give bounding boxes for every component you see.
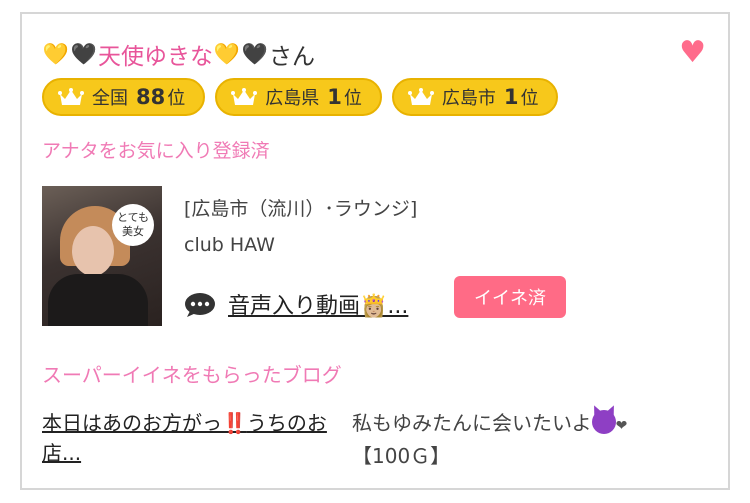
ranking-number: 1 bbox=[503, 85, 519, 109]
ranking-scope: 広島県 bbox=[265, 88, 320, 109]
double-exclamation-icon: ‼️ bbox=[222, 411, 247, 435]
ranking-badges: 全国 88 位 広島県 1 位 広島市 1 位 bbox=[42, 78, 559, 116]
cast-name-row[interactable]: 💛 🖤 天使ゆきな 💛 🖤 さん bbox=[42, 38, 315, 70]
ranking-badge-prefecture[interactable]: 広島県 1 位 bbox=[215, 78, 382, 116]
heart-icon[interactable]: ♥ bbox=[679, 38, 706, 68]
ranking-number: 1 bbox=[327, 85, 342, 109]
blog-title-part1: 本日はあのお方がっ bbox=[42, 411, 222, 435]
super-iine-blog-heading: スーパーイイネをもらったブログ bbox=[42, 363, 342, 387]
iine-done-button[interactable]: イイネ済 bbox=[454, 276, 566, 318]
yellow-heart-icon: 💛 bbox=[42, 41, 70, 66]
speech-bubble-icon bbox=[184, 292, 216, 318]
thumbnail-body bbox=[48, 274, 148, 326]
thumbnail-caption: とても美女 bbox=[112, 204, 154, 246]
crown-icon bbox=[407, 87, 434, 107]
cast-thumbnail[interactable]: とても美女 bbox=[42, 186, 162, 326]
ranking-number: 88 bbox=[136, 85, 166, 109]
ranking-badge-national[interactable]: 全国 88 位 bbox=[42, 78, 206, 116]
ranking-scope: 広島市 bbox=[441, 88, 496, 109]
crown-icon bbox=[231, 87, 258, 107]
crown-icon bbox=[58, 87, 84, 107]
cast-name: 天使ゆきな bbox=[98, 44, 213, 70]
blog-comment: 私もゆみたんに会いたいよ ❤ 【100Ｇ】 bbox=[352, 408, 712, 471]
comment-price: 【100Ｇ】 bbox=[352, 444, 451, 468]
ranking-suffix: 位 bbox=[520, 88, 539, 109]
ranking-suffix: 位 bbox=[167, 88, 186, 109]
shop-area: [広島市（流川）･ラウンジ] bbox=[184, 198, 418, 220]
comment-text: 私もゆみたんに会いたいよ bbox=[352, 411, 592, 435]
voice-video-link[interactable]: 音声入り動画👸🏼... bbox=[228, 288, 408, 320]
small-heart-icon: ❤ bbox=[615, 418, 628, 434]
favorite-status-text: アナタをお気に入り登録済 bbox=[42, 140, 270, 162]
name-honorific: さん bbox=[269, 44, 315, 70]
yellow-heart-icon: 💛 bbox=[213, 41, 241, 66]
ranking-badge-city[interactable]: 広島市 1 位 bbox=[391, 78, 559, 116]
black-heart-icon: 🖤 bbox=[241, 41, 269, 66]
ranking-scope: 全国 bbox=[92, 88, 128, 109]
profile-card: 💛 🖤 天使ゆきな 💛 🖤 さん ♥ 全国 88 位 広島県 1 位 広島市 1… bbox=[20, 12, 730, 490]
ranking-suffix: 位 bbox=[343, 88, 362, 109]
blog-title-link[interactable]: 本日はあのお方がっ‼️うちのお店... bbox=[42, 408, 342, 468]
black-heart-icon: 🖤 bbox=[70, 41, 98, 66]
devil-emoji-icon bbox=[591, 410, 616, 434]
thumbnail-face bbox=[72, 226, 114, 276]
shop-name[interactable]: club HAW bbox=[184, 234, 275, 256]
